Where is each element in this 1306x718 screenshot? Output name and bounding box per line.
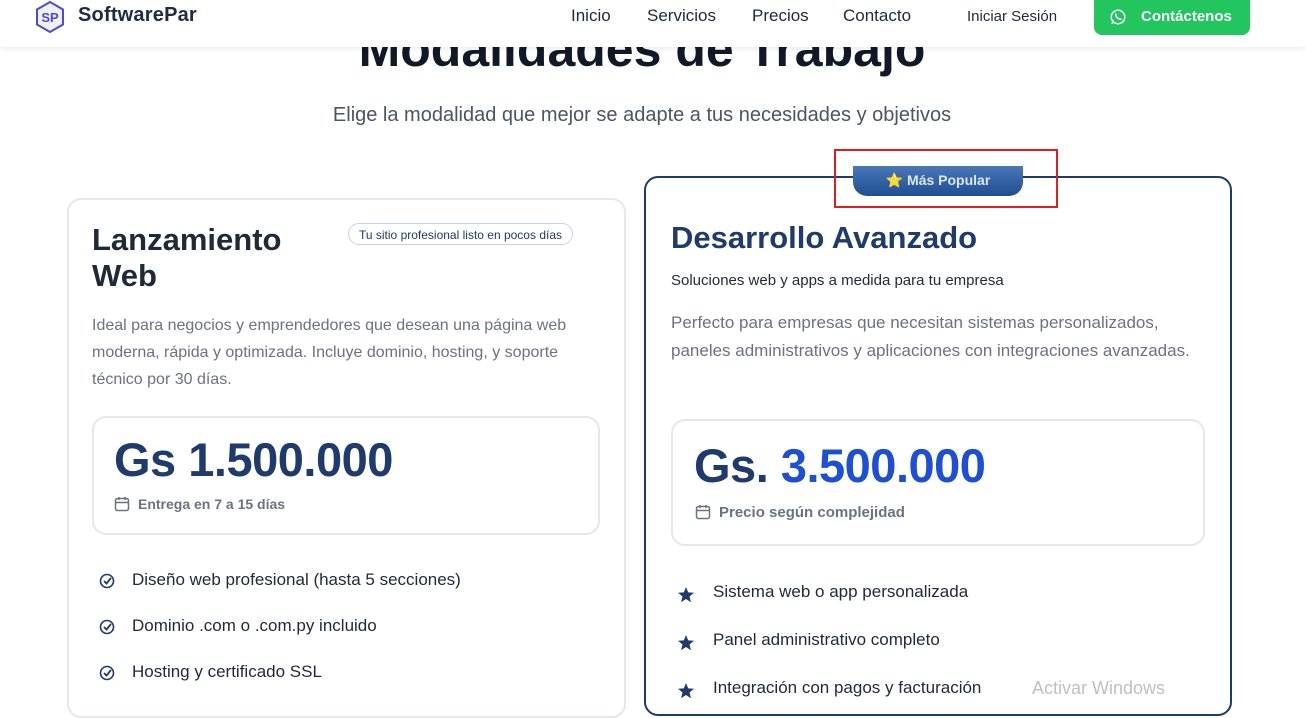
- feature-item: Dominio .com o .com.py incluido: [99, 616, 377, 636]
- feature-text: Integración con pagos y facturación: [713, 678, 982, 697]
- calendar-icon: [114, 497, 130, 512]
- nav-precios[interactable]: Precios: [752, 6, 809, 26]
- feature-item: Hosting y certificado SSL: [99, 662, 322, 682]
- nav-servicios[interactable]: Servicios: [647, 6, 716, 26]
- check-circle-icon: [99, 619, 115, 635]
- softwarepar-logo-icon[interactable]: SP: [34, 1, 66, 33]
- feature-item: Integración con pagos y facturación: [678, 678, 982, 699]
- nav-inicio[interactable]: Inicio: [571, 6, 611, 26]
- feature-text: Dominio .com o .com.py incluido: [132, 616, 377, 635]
- activate-windows-watermark: Activar Windows: [1032, 678, 1166, 698]
- plan-title: Desarrollo Avanzado: [671, 220, 978, 255]
- price-note: Precio según complejidad: [695, 504, 905, 521]
- plan-description: Perfecto para empresas que necesitan sis…: [671, 313, 1190, 360]
- login-link[interactable]: Iniciar Sesión: [967, 8, 1057, 25]
- feature-text: Diseño web profesional (hasta 5 seccione…: [132, 570, 461, 589]
- contact-whatsapp-button[interactable]: Contáctenos: [1094, 0, 1250, 35]
- price-value: 1.500.000: [188, 433, 393, 486]
- svg-text:SP: SP: [41, 10, 59, 25]
- red-highlight-box: [834, 149, 1058, 208]
- price-note: Entrega en 7 a 15 días: [114, 496, 286, 512]
- price-note-text: Precio según complejidad: [719, 504, 905, 521]
- check-circle-icon: [99, 665, 115, 681]
- nav-contacto[interactable]: Contacto: [843, 6, 911, 26]
- site-header: SP SoftwarePar Inicio Servicios Precios …: [0, 0, 1306, 47]
- feature-text: Sistema web o app personalizada: [713, 582, 969, 601]
- plan-description: Ideal para negocios y emprendedores que …: [92, 317, 567, 388]
- section-subtitle: Elige la modalidad que mejor se adapte a…: [332, 104, 952, 126]
- contact-button-label: Contáctenos: [1141, 8, 1232, 25]
- star-icon: [678, 683, 694, 699]
- check-circle-icon: [99, 573, 115, 589]
- star-icon: [678, 587, 694, 603]
- plan-tag-badge: Tu sitio profesional listo en pocos días: [348, 223, 573, 245]
- feature-text: Panel administrativo completo: [713, 630, 940, 649]
- plan-title: Lanzamiento Web: [92, 222, 282, 293]
- feature-item: Sistema web o app personalizada: [678, 582, 969, 603]
- star-icon: [678, 635, 694, 651]
- price-amount: Gs. 3.500.000: [694, 438, 986, 493]
- plan-subtitle: Soluciones web y apps a medida para tu e…: [671, 272, 1004, 289]
- price-value: 3.500.000: [780, 439, 986, 492]
- feature-text: Hosting y certificado SSL: [132, 662, 322, 681]
- price-currency: Gs: [114, 433, 176, 486]
- price-currency: Gs.: [694, 439, 769, 492]
- feature-item: Panel administrativo completo: [678, 630, 940, 651]
- feature-item: Diseño web profesional (hasta 5 seccione…: [99, 570, 461, 590]
- calendar-icon: [695, 505, 711, 520]
- whatsapp-icon: [1110, 9, 1126, 25]
- price-note-text: Entrega en 7 a 15 días: [138, 496, 286, 512]
- price-amount: Gs 1.500.000: [114, 432, 393, 487]
- brand-name[interactable]: SoftwarePar: [78, 4, 197, 27]
